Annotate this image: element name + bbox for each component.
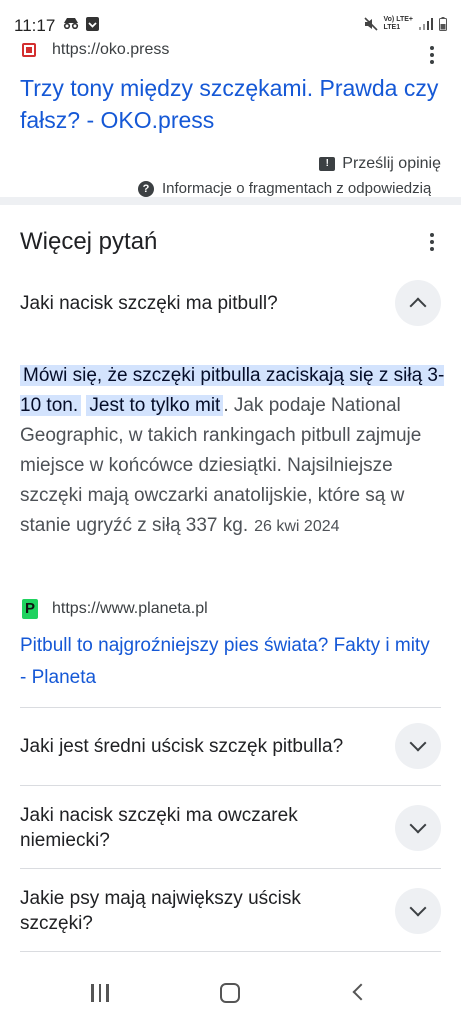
result-url: https://oko.press: [52, 41, 170, 58]
answer-source-url: https://www.planeta.pl: [52, 600, 208, 617]
status-time: 11:17: [14, 16, 56, 35]
planeta-favicon-icon: P: [22, 599, 38, 619]
paa-question[interactable]: Jaki jest średni uścisk szczęk pitbulla?: [20, 723, 441, 769]
answer-source-title-link[interactable]: Pitbull to najgroźniejszy pies świata? F…: [20, 630, 430, 694]
paa-question-text: Jaki nacisk szczęki ma owczarek niemieck…: [20, 805, 298, 851]
expand-button[interactable]: [395, 723, 441, 769]
expand-button[interactable]: [395, 805, 441, 851]
divider: [20, 951, 441, 952]
answer-highlight-2: Jest to tylko mit: [86, 395, 224, 416]
mute-icon: [363, 17, 378, 31]
feedback-label: Prześlij opinię: [342, 155, 441, 172]
result-source[interactable]: https://oko.press: [22, 41, 169, 59]
network-line1: Vo) LTE+: [383, 16, 414, 23]
answer-date: 26 kwi 2024: [254, 518, 340, 535]
paa-question[interactable]: Jakie psy mają największy uścisk szczęki…: [20, 886, 441, 936]
help-icon: ?: [138, 180, 154, 197]
collapse-button[interactable]: [395, 280, 441, 326]
battery-icon: [439, 17, 447, 31]
oko-press-favicon-icon: [22, 43, 36, 57]
chevron-down-icon: [409, 899, 427, 917]
paa-question[interactable]: Jaki nacisk szczęki ma owczarek niemieck…: [20, 803, 441, 853]
incognito-icon: [63, 18, 79, 29]
answer-source[interactable]: P https://www.planeta.pl: [22, 599, 208, 619]
divider: [20, 868, 441, 869]
back-icon[interactable]: [352, 983, 370, 1001]
section-divider: [0, 197, 461, 205]
divider: [20, 785, 441, 786]
chevron-down-icon: [409, 734, 427, 752]
chevron-down-icon: [409, 816, 427, 834]
feedback-icon: !: [319, 157, 336, 171]
answer-text: . Jak podaje National Geographic, w taki…: [20, 395, 422, 536]
network-indicator: Vo) LTE+ LTE1: [384, 16, 414, 32]
snippet-info-label: Informacje o fragmentach z odpowiedzią: [162, 180, 432, 197]
status-bar: 11:17 Vo) LTE+ LTE1: [0, 0, 461, 40]
feedback-button[interactable]: ! Prześlij opinię: [319, 155, 441, 173]
result-more-options-icon[interactable]: [422, 45, 442, 65]
divider: [20, 707, 441, 708]
paa-question-expanded[interactable]: Jaki nacisk szczęki ma pitbull?: [20, 280, 441, 326]
paa-title: Więcej pytań: [20, 228, 158, 255]
result-title-link[interactable]: Trzy tony między szczękami. Prawda czy f…: [20, 72, 440, 136]
paa-more-options-icon[interactable]: [422, 232, 442, 252]
paa-answer: Mówi się, że szczęki pitbulla zaciskają …: [20, 361, 445, 542]
navigation-bar: [0, 960, 461, 1024]
expand-button[interactable]: [395, 888, 441, 934]
paa-question-text: Jaki nacisk szczęki ma pitbull?: [20, 292, 278, 314]
network-line2: LTE1: [383, 24, 401, 31]
home-icon[interactable]: [220, 983, 240, 1003]
paa-question-text: Jakie psy mają największy uścisk szczęki…: [20, 888, 301, 934]
paa-question-text: Jaki jest średni uścisk szczęk pitbulla?: [20, 735, 344, 757]
recent-apps-icon[interactable]: [91, 984, 109, 1002]
signal-icon: [419, 18, 433, 30]
chevron-up-icon: [409, 297, 427, 315]
download-icon: [86, 17, 99, 31]
snippet-info-link[interactable]: ? Informacje o fragmentach z odpowiedzią: [138, 180, 431, 197]
